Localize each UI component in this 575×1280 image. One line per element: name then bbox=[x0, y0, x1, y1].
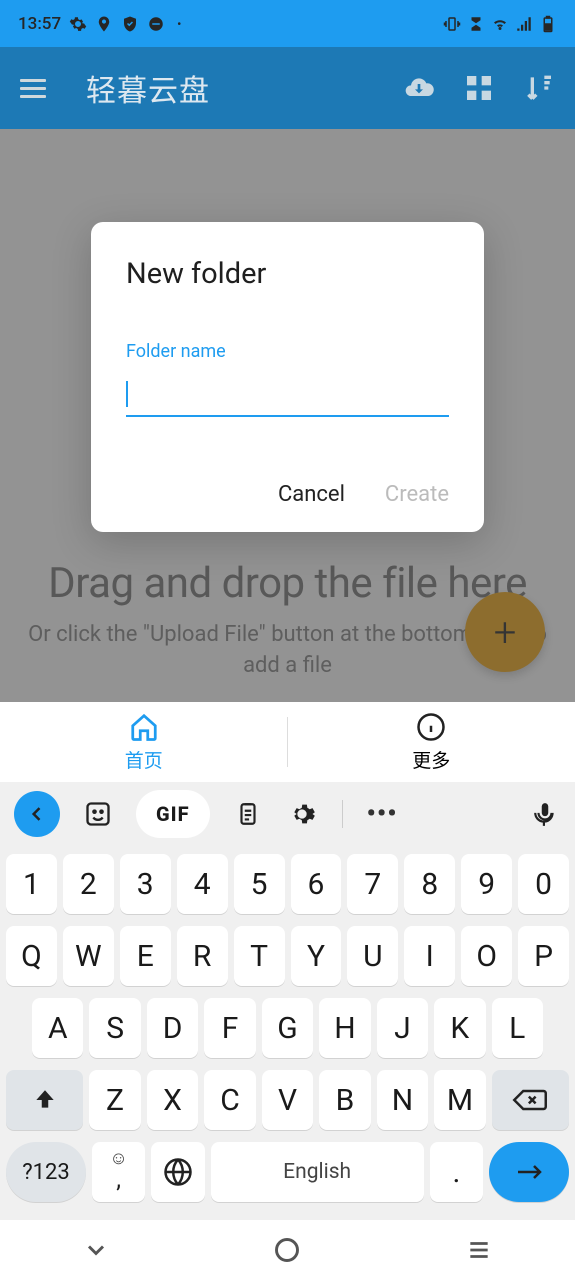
key-o[interactable]: O bbox=[461, 926, 512, 986]
do-not-disturb-icon bbox=[147, 15, 165, 33]
location-icon bbox=[95, 15, 113, 33]
system-nav-bar bbox=[0, 1220, 575, 1280]
tab-more[interactable]: 更多 bbox=[288, 702, 575, 782]
clipboard-icon[interactable] bbox=[232, 798, 264, 830]
status-bar: 13:57 • bbox=[0, 0, 575, 47]
key-k[interactable]: K bbox=[434, 998, 485, 1058]
volte-icon bbox=[467, 15, 485, 33]
keyboard-row-asdf: A S D F G H J K L bbox=[6, 998, 569, 1058]
key-0[interactable]: 0 bbox=[518, 854, 569, 914]
wifi-icon bbox=[491, 15, 509, 33]
more-icon[interactable]: ••• bbox=[367, 799, 398, 829]
keyboard-row-bottom: ?123 ☺ , English . bbox=[6, 1142, 569, 1202]
info-icon bbox=[416, 712, 446, 742]
key-d[interactable]: D bbox=[147, 998, 198, 1058]
keyboard-toolbar: GIF ••• bbox=[0, 782, 575, 846]
nav-back-button[interactable] bbox=[76, 1230, 116, 1270]
key-t[interactable]: T bbox=[234, 926, 285, 986]
key-q[interactable]: Q bbox=[6, 926, 57, 986]
settings-icon[interactable] bbox=[286, 798, 318, 830]
vibrate-icon bbox=[443, 15, 461, 33]
mic-icon[interactable] bbox=[529, 798, 561, 830]
tab-more-label: 更多 bbox=[412, 746, 450, 773]
key-r[interactable]: R bbox=[177, 926, 228, 986]
nav-recent-button[interactable] bbox=[459, 1230, 499, 1270]
folder-name-input[interactable] bbox=[126, 372, 449, 417]
signal-icon bbox=[515, 15, 533, 33]
app-title: 轻暮云盘 bbox=[86, 66, 403, 110]
key-shift[interactable] bbox=[6, 1070, 83, 1130]
key-v[interactable]: V bbox=[262, 1070, 314, 1130]
key-7[interactable]: 7 bbox=[347, 854, 398, 914]
folder-name-label: Folder name bbox=[126, 341, 449, 362]
key-space[interactable]: English bbox=[211, 1142, 424, 1202]
tab-home-label: 首页 bbox=[125, 746, 163, 773]
sticker-icon[interactable] bbox=[82, 798, 114, 830]
key-h[interactable]: H bbox=[319, 998, 370, 1058]
key-u[interactable]: U bbox=[347, 926, 398, 986]
key-w[interactable]: W bbox=[63, 926, 114, 986]
key-2[interactable]: 2 bbox=[63, 854, 114, 914]
key-c[interactable]: C bbox=[204, 1070, 256, 1130]
status-time: 13:57 bbox=[18, 14, 61, 34]
dialog-title: New folder bbox=[126, 257, 449, 291]
keyboard-row-qwerty: Q W E R T Y U I O P bbox=[6, 926, 569, 986]
key-f[interactable]: F bbox=[204, 998, 255, 1058]
key-z[interactable]: Z bbox=[89, 1070, 141, 1130]
key-5[interactable]: 5 bbox=[234, 854, 285, 914]
key-l[interactable]: L bbox=[492, 998, 543, 1058]
menu-button[interactable] bbox=[20, 79, 46, 98]
new-folder-dialog: New folder Folder name Cancel Create bbox=[91, 222, 484, 532]
gif-button[interactable]: GIF bbox=[136, 790, 210, 838]
key-p[interactable]: P bbox=[518, 926, 569, 986]
cancel-button[interactable]: Cancel bbox=[278, 482, 345, 507]
sort-icon[interactable] bbox=[523, 72, 555, 104]
key-8[interactable]: 8 bbox=[404, 854, 455, 914]
dot-icon: • bbox=[177, 17, 181, 31]
key-4[interactable]: 4 bbox=[177, 854, 228, 914]
key-n[interactable]: N bbox=[377, 1070, 429, 1130]
key-e[interactable]: E bbox=[120, 926, 171, 986]
key-backspace[interactable] bbox=[492, 1070, 569, 1130]
key-language[interactable] bbox=[151, 1142, 204, 1202]
bottom-tabs: 首页 更多 bbox=[0, 702, 575, 782]
key-b[interactable]: B bbox=[319, 1070, 371, 1130]
key-j[interactable]: J bbox=[377, 998, 428, 1058]
grid-view-icon[interactable] bbox=[463, 72, 495, 104]
key-9[interactable]: 9 bbox=[461, 854, 512, 914]
key-x[interactable]: X bbox=[147, 1070, 199, 1130]
app-bar: 轻暮云盘 bbox=[0, 47, 575, 129]
key-g[interactable]: G bbox=[262, 998, 313, 1058]
create-button[interactable]: Create bbox=[385, 482, 449, 507]
keyboard-row-zxcv: Z X C V B N M bbox=[6, 1070, 569, 1130]
gear-icon bbox=[69, 15, 87, 33]
cloud-download-icon[interactable] bbox=[403, 72, 435, 104]
key-a[interactable]: A bbox=[32, 998, 83, 1058]
nav-home-button[interactable] bbox=[267, 1230, 307, 1270]
divider bbox=[342, 800, 343, 828]
key-6[interactable]: 6 bbox=[291, 854, 342, 914]
key-y[interactable]: Y bbox=[291, 926, 342, 986]
key-symbols[interactable]: ?123 bbox=[6, 1142, 86, 1202]
home-icon bbox=[129, 712, 159, 742]
keyboard-row-numbers: 1 2 3 4 5 6 7 8 9 0 bbox=[6, 854, 569, 914]
key-1[interactable]: 1 bbox=[6, 854, 57, 914]
tab-home[interactable]: 首页 bbox=[0, 702, 288, 782]
battery-icon bbox=[539, 15, 557, 33]
keyboard-back-button[interactable] bbox=[14, 791, 60, 837]
shield-icon bbox=[121, 15, 139, 33]
keyboard: GIF ••• 1 2 3 4 5 6 7 8 9 0 Q W E bbox=[0, 782, 575, 1220]
key-i[interactable]: I bbox=[404, 926, 455, 986]
key-period[interactable]: . bbox=[430, 1142, 483, 1202]
key-s[interactable]: S bbox=[89, 998, 140, 1058]
key-m[interactable]: M bbox=[434, 1070, 486, 1130]
key-3[interactable]: 3 bbox=[120, 854, 171, 914]
key-enter[interactable] bbox=[489, 1142, 569, 1202]
key-comma[interactable]: ☺ , bbox=[92, 1142, 145, 1202]
